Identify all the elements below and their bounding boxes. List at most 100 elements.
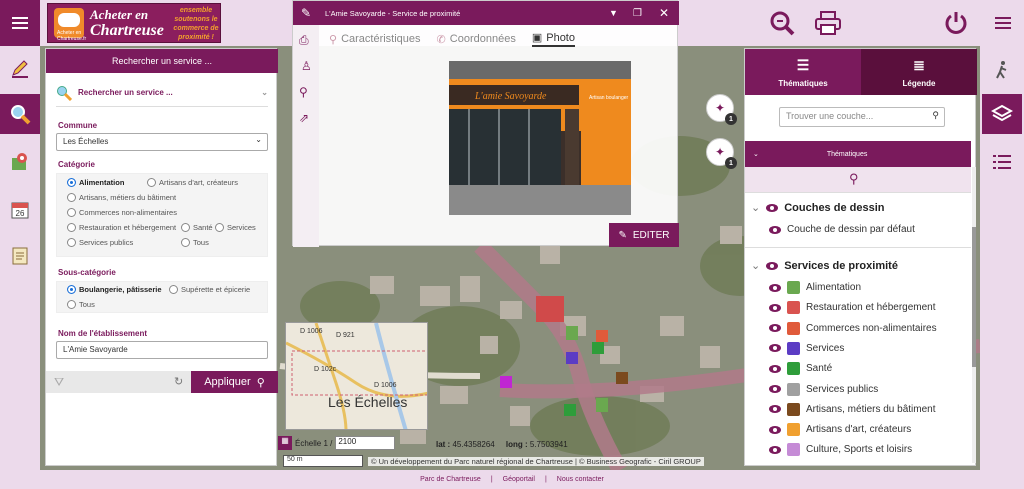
radio-sante[interactable]: Santé xyxy=(181,223,213,232)
layer-couche-dessin-defaut[interactable]: Couche de dessin par défaut xyxy=(769,224,915,235)
etablissement-input[interactable]: L'Amie Savoyarde xyxy=(56,341,268,359)
legend-item-label: Artisans d'art, créateurs xyxy=(806,424,912,436)
tag-icon[interactable]: ⚲ xyxy=(849,171,859,187)
cluster-badge[interactable]: ✦ 1 xyxy=(706,138,737,169)
calendar-tool-button[interactable]: 26 xyxy=(0,190,40,230)
scale-input[interactable]: 2100 xyxy=(335,436,396,450)
sante-marker[interactable] xyxy=(592,342,604,354)
legend-icon: ≣ xyxy=(913,56,925,73)
overview-map[interactable]: D 1006 D 921 D 102c D 1006 Les Échelles xyxy=(285,322,428,430)
printer-icon xyxy=(815,11,841,35)
radio-tous[interactable]: Tous xyxy=(67,300,95,309)
locate-tool-button[interactable] xyxy=(0,142,40,182)
sante-marker[interactable] xyxy=(564,404,576,416)
search-service-header[interactable]: Rechercher un service ... ⌄ xyxy=(56,79,268,107)
radio-restauration[interactable]: Restauration et hébergement xyxy=(67,223,176,232)
legend-item[interactable]: Services xyxy=(769,341,844,355)
search-panel-title: Rechercher un service ... xyxy=(46,49,278,73)
list-tool-button[interactable] xyxy=(982,142,1022,182)
footer-link-contact[interactable]: Nous contacter xyxy=(557,476,604,483)
radio-artisans-batiment[interactable]: Artisans, métiers du bâtiment xyxy=(67,193,176,202)
alimentation-marker[interactable] xyxy=(596,398,608,412)
legend-item[interactable]: Alimentation xyxy=(769,281,861,294)
logout-button[interactable] xyxy=(941,8,971,38)
radio-services-publics[interactable]: Services publics xyxy=(67,238,133,247)
legend-item[interactable]: Commerces non-alimentaires xyxy=(769,321,937,335)
scale-icon[interactable]: ▦ xyxy=(278,436,292,450)
eye-icon[interactable] xyxy=(766,203,779,212)
eye-icon[interactable] xyxy=(769,225,781,234)
group-couches-dessin[interactable]: ⌄ Couches de dessin xyxy=(751,201,884,215)
site-logo[interactable]: Acheter en Chartreuse.fr Acheter en Char… xyxy=(47,3,221,43)
radio-artisans-art[interactable]: Artisans d'art, créateurs xyxy=(147,178,238,187)
culture-marker[interactable] xyxy=(500,376,512,388)
tab-coordonnees[interactable]: ✆ Coordonnées xyxy=(437,31,516,47)
cluster-badge[interactable]: ✦ 1 xyxy=(706,94,737,125)
eye-icon[interactable] xyxy=(769,425,781,434)
legend-item[interactable]: Restauration et hébergement xyxy=(769,301,936,315)
close-icon[interactable]: ✕ xyxy=(659,6,669,20)
right-menu-button[interactable] xyxy=(988,8,1018,38)
popup-title: L'Amie Savoyarde - Service de proximité xyxy=(325,8,461,18)
legend-item[interactable]: Santé xyxy=(769,362,832,376)
zoom-search-button[interactable] xyxy=(767,8,797,38)
scrollbar[interactable] xyxy=(972,167,976,463)
group-services-proximite[interactable]: ⌄ Services de proximité xyxy=(751,259,898,273)
clear-filter-icon[interactable]: ⛛ xyxy=(54,375,64,390)
legend-item[interactable]: Culture, Sports et loisirs xyxy=(769,443,912,457)
print-button[interactable] xyxy=(813,8,843,38)
alimentation-marker[interactable] xyxy=(566,326,578,340)
main-menu-button[interactable] xyxy=(0,0,40,46)
eye-icon[interactable] xyxy=(766,261,779,270)
left-toolbar: 26 xyxy=(0,46,40,476)
radio-commerces[interactable]: Commerces non-alimentaires xyxy=(67,208,177,217)
refresh-icon[interactable]: ↻ xyxy=(174,375,183,388)
radio-tous[interactable]: Tous xyxy=(181,238,209,247)
layers-tool-button[interactable] xyxy=(982,94,1022,134)
tab-thematiques[interactable]: ☰ Thématiques xyxy=(745,49,861,95)
radio-services[interactable]: Services xyxy=(215,223,256,232)
eye-icon[interactable] xyxy=(769,324,781,333)
tab-photo[interactable]: ▣ Photo xyxy=(531,31,575,47)
eye-icon[interactable] xyxy=(769,445,781,454)
maximize-icon[interactable]: ❐ xyxy=(633,8,642,19)
collapse-icon[interactable]: ▼ xyxy=(609,8,618,18)
eye-icon[interactable] xyxy=(769,283,781,292)
eye-icon[interactable] xyxy=(769,364,781,373)
apply-button[interactable]: Appliquer ⚲ xyxy=(191,371,278,393)
services-marker[interactable] xyxy=(566,352,578,364)
category-icon xyxy=(787,443,800,457)
footer-link-parc[interactable]: Parc de Chartreuse xyxy=(420,476,481,483)
popup-tabs: ⚲ Caractéristiques ✆ Coordonnées ▣ Photo xyxy=(329,31,575,47)
tab-legende[interactable]: ≣ Légende xyxy=(861,49,977,95)
category-icon xyxy=(787,301,800,315)
hiker-tool-button[interactable] xyxy=(982,50,1022,90)
commerce-marker[interactable] xyxy=(596,330,608,342)
legend-item[interactable]: Services publics xyxy=(769,382,878,396)
eye-icon[interactable] xyxy=(769,385,781,393)
eye-icon[interactable] xyxy=(769,405,781,414)
edit-button[interactable]: ✎ EDITER xyxy=(609,223,679,247)
legend-item[interactable]: Artisans, métiers du bâtiment xyxy=(769,402,936,416)
thematiques-bar[interactable]: ⌄ Thématiques xyxy=(745,141,971,167)
footer-link-geoportail[interactable]: Géoportail xyxy=(503,476,535,483)
radio-boulangerie[interactable]: Boulangerie, pâtisserie xyxy=(67,285,162,294)
eye-icon[interactable] xyxy=(769,344,781,353)
tab-caracteristiques[interactable]: ⚲ Caractéristiques xyxy=(329,31,421,47)
radio-alimentation[interactable]: Alimentation xyxy=(67,178,124,187)
external-link-icon[interactable]: ⇗ xyxy=(299,111,309,125)
edit-icon[interactable]: ✎ xyxy=(293,6,319,20)
radio-superette[interactable]: Supérette et épicerie xyxy=(169,285,250,294)
category-icon xyxy=(787,402,800,416)
zoom-icon[interactable]: ⚲ xyxy=(299,85,308,99)
eye-icon[interactable] xyxy=(769,303,781,312)
search-tool-button[interactable] xyxy=(0,94,40,134)
printer-icon[interactable]: ⎙ xyxy=(299,33,309,48)
draw-tool-button[interactable] xyxy=(0,48,40,88)
report-tool-button[interactable] xyxy=(0,236,40,276)
person-icon[interactable]: ♙ xyxy=(301,59,312,73)
legend-item[interactable]: Artisans d'art, créateurs xyxy=(769,423,912,437)
layer-filter-input[interactable]: Trouver une couche... ⚲ xyxy=(779,107,945,127)
commune-select[interactable]: Les Échelles ⌄ xyxy=(56,133,268,151)
artisans-marker[interactable] xyxy=(616,372,628,384)
